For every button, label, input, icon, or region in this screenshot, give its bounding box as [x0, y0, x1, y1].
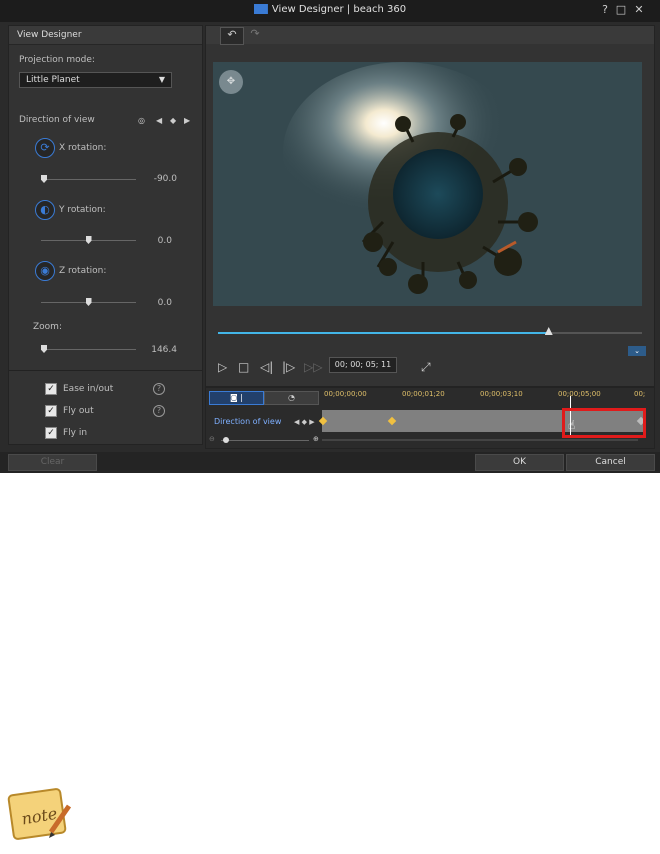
window-title: View Designer | beach 360 — [0, 4, 660, 15]
view-designer-window: View Designer | beach 360 ? □ ✕ View Des… — [0, 0, 660, 473]
projection-mode-select[interactable]: Little Planet ▼ — [19, 72, 172, 88]
ease-in-out-checkbox[interactable]: ✓ — [45, 383, 57, 395]
undo-icon[interactable]: ↶ — [220, 27, 244, 45]
zoom-track — [221, 440, 309, 441]
video-preview[interactable]: ✥ — [213, 62, 642, 306]
timeline-tabs: ◙ | ◔ — [209, 391, 319, 405]
play-icon[interactable]: ▷ — [218, 360, 227, 374]
z-rotation-value: 0.0 — [157, 298, 172, 308]
divider — [9, 370, 202, 371]
timeline-scrollbar[interactable] — [322, 439, 638, 441]
z-rotation-label: Z rotation: — [59, 266, 107, 276]
timeline-panel: ◙ | ◔ 00;00;00;00 00;00;01;20 00;00;03;1… — [205, 387, 655, 449]
fly-in-label: Fly in — [63, 428, 88, 438]
x-rotation-value: -90.0 — [153, 174, 177, 184]
zoom-out-icon[interactable]: ⊖ — [209, 435, 215, 443]
zoom-value: 146.4 — [151, 345, 177, 355]
z-rotation-icon: ◉ — [35, 261, 55, 281]
ruler-tick: 00;00;01;20 — [402, 390, 445, 398]
redo-icon[interactable]: ↷ — [244, 27, 266, 43]
toolbar: ↶ ↷ — [206, 26, 654, 45]
keyframe-marker[interactable] — [318, 416, 328, 426]
cancel-button[interactable]: Cancel — [566, 454, 655, 471]
projection-mode-value: Little Planet — [26, 75, 80, 85]
panel-header: View Designer — [9, 26, 202, 45]
ok-button[interactable]: OK — [475, 454, 564, 471]
stop-icon[interactable]: □ — [238, 360, 249, 374]
playback-progress[interactable] — [218, 327, 642, 335]
direction-of-view-label: Direction of view — [19, 115, 95, 125]
fullscreen-icon[interactable]: ⤢ — [421, 360, 431, 375]
y-rotation-icon: ◐ — [35, 200, 55, 220]
projection-mode-label: Projection mode: — [19, 55, 95, 65]
title-bar: View Designer | beach 360 ? □ ✕ — [0, 0, 660, 22]
maximize-button[interactable]: □ — [614, 3, 628, 16]
progress-thumb[interactable] — [544, 327, 553, 335]
zoom-slider[interactable] — [41, 345, 136, 353]
x-rotation-icon: ⟳ — [35, 138, 55, 158]
progress-fill — [218, 332, 549, 334]
ease-in-out-label: Ease in/out — [63, 384, 114, 394]
y-rotation-thumb[interactable] — [85, 236, 92, 244]
track-keyframe-controls[interactable]: ◀ ◆ ▶ — [294, 418, 315, 426]
ruler-tick: 00;00;00;00 — [324, 390, 367, 398]
next-frame-icon[interactable]: |▷ — [282, 360, 295, 374]
track-label: Direction of view — [214, 417, 282, 426]
chevron-down-icon: ▼ — [158, 75, 165, 84]
ruler-tick: 00;00;05;00 — [558, 390, 601, 398]
timecode-display[interactable]: 00; 00; 05; 11 — [329, 357, 397, 373]
fast-forward-icon[interactable]: ▷▷ — [304, 360, 322, 374]
timeline-ruler[interactable]: 00;00;00;00 00;00;01;20 00;00;03;10 00;0… — [322, 388, 654, 406]
left-panel: View Designer Projection mode: Little Pl… — [8, 25, 203, 445]
y-rotation-slider[interactable] — [41, 236, 136, 244]
timeline-tab-zoom[interactable]: ◔ — [264, 391, 319, 405]
zoom-label: Zoom: — [33, 322, 62, 332]
fly-in-checkbox[interactable]: ✓ — [45, 427, 57, 439]
hand-cursor-icon: ☝ — [568, 418, 576, 432]
fly-out-label: Fly out — [63, 406, 94, 416]
timeline-tab-direction[interactable]: ◙ | — [209, 391, 264, 405]
help-icon[interactable]: ? — [153, 405, 165, 417]
zoom-in-icon[interactable]: ⊕ — [313, 435, 319, 443]
z-rotation-slider[interactable] — [41, 298, 136, 306]
move-icon: ✥ — [226, 76, 236, 87]
prev-keyframe-icon[interactable]: ◀ — [156, 116, 162, 125]
preview-panel: ↶ ↷ ✥ ⌄ ▷ □ ◁| |▷ ▷▷ 00; 00; 05; 11 ⤢ — [205, 25, 655, 387]
x-rotation-label: X rotation: — [59, 143, 107, 153]
next-keyframe-icon[interactable]: ▶ — [184, 116, 190, 125]
navigation-ring[interactable]: ✥ — [219, 70, 243, 94]
ruler-tick: 00; — [634, 390, 646, 398]
fly-out-checkbox[interactable]: ✓ — [45, 405, 57, 417]
zoom-thumb[interactable] — [223, 437, 229, 443]
add-keyframe-icon[interactable]: ◆ — [170, 116, 176, 125]
expand-icon[interactable]: ⌄ — [628, 346, 646, 356]
z-rotation-thumb[interactable] — [85, 298, 92, 306]
app-logo-icon — [253, 4, 268, 14]
keyframe-marker[interactable] — [387, 416, 397, 426]
note-badge: note — [7, 784, 73, 846]
help-icon[interactable]: ? — [153, 383, 165, 395]
close-button[interactable]: ✕ — [632, 3, 646, 16]
zoom-thumb[interactable] — [41, 345, 47, 353]
little-planet-image — [213, 62, 642, 306]
x-rotation-thumb[interactable] — [41, 175, 47, 183]
note-icon: note — [7, 788, 72, 840]
timeline-zoom-slider[interactable]: ⊖ ⊕ — [209, 435, 319, 443]
reset-keyframe-icon[interactable]: ◎ — [138, 116, 145, 125]
x-rotation-slider[interactable] — [41, 175, 136, 183]
help-button[interactable]: ? — [598, 3, 612, 16]
clear-button[interactable]: Clear — [8, 454, 97, 471]
y-rotation-label: Y rotation: — [59, 205, 106, 215]
ruler-tick: 00;00;03;10 — [480, 390, 523, 398]
y-rotation-value: 0.0 — [157, 236, 172, 246]
prev-frame-icon[interactable]: ◁| — [260, 360, 273, 374]
